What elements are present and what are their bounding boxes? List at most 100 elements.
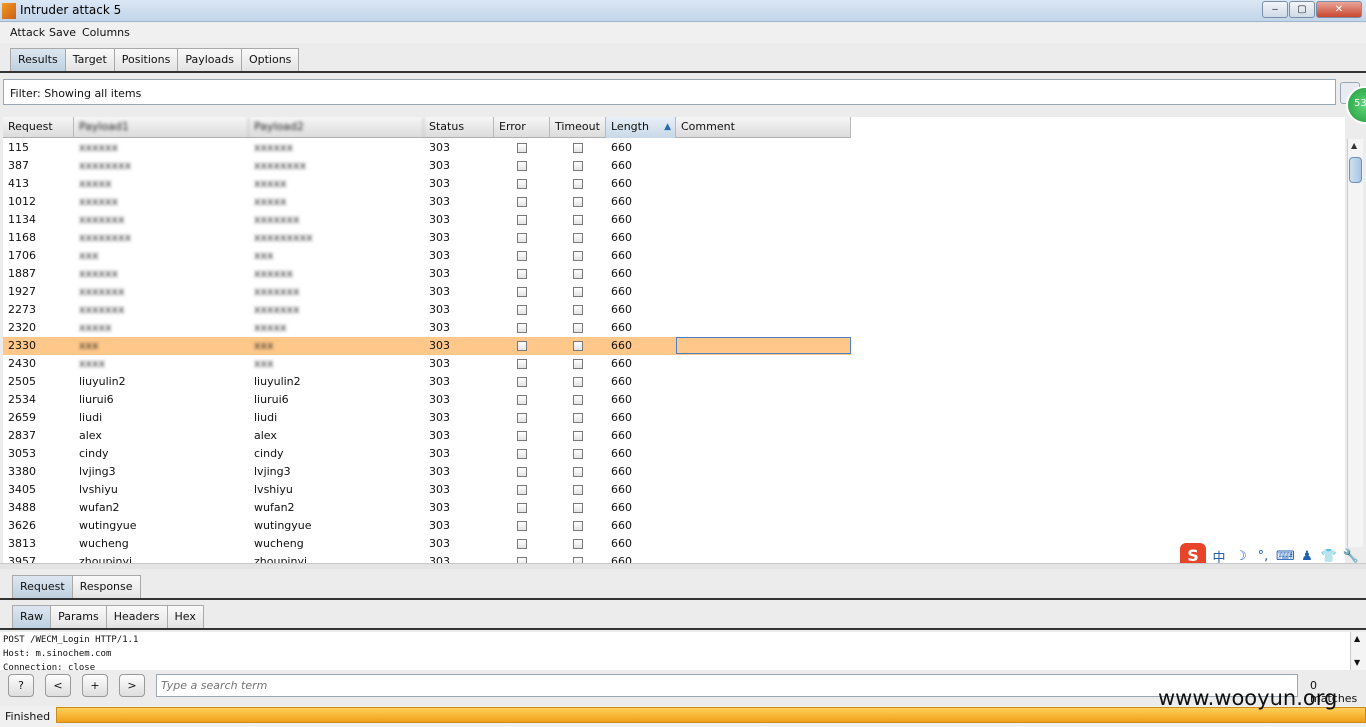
menu-attack[interactable]: Attack	[10, 26, 45, 39]
table-row[interactable]: 3053 cindy cindy 303 660	[3, 445, 851, 463]
pane-splitter[interactable]	[0, 563, 1366, 569]
tab-response[interactable]: Response	[71, 575, 141, 599]
table-scrollbar[interactable]: ▲	[1347, 139, 1363, 547]
maximize-button[interactable]: ▢	[1289, 1, 1315, 18]
ime-moon-icon[interactable]: ☽	[1232, 549, 1250, 564]
scroll-up-icon[interactable]: ▲	[1351, 141, 1357, 150]
table-row[interactable]: 2534 liurui6 liurui6 303 660	[3, 391, 851, 409]
error-checkbox	[517, 359, 527, 369]
add-button[interactable]: +	[82, 674, 108, 697]
cell-status: 303	[429, 357, 450, 370]
table-row[interactable]: 387 xxxxxxxx xxxxxxxx 303 660	[3, 157, 851, 175]
cell-payload1: xxxxx	[79, 321, 112, 334]
error-checkbox	[517, 413, 527, 423]
cell-payload2: xxx	[254, 249, 274, 262]
table-row[interactable]: 3813 wucheng wucheng 303 660	[3, 535, 851, 553]
col-error[interactable]: Error	[494, 117, 550, 138]
table-row[interactable]: 1012 xxxxxx xxxxx 303 660	[3, 193, 851, 211]
table-row[interactable]: 1927 xxxxxxx xxxxxxx 303 660	[3, 283, 851, 301]
cell-request: 3488	[8, 501, 36, 514]
col-payload2[interactable]: Payload2	[249, 117, 424, 138]
cell-status: 303	[429, 501, 450, 514]
table-row[interactable]: 2659 liudi liudi 303 660	[3, 409, 851, 427]
raw-line: Host: m.sinochem.com	[3, 649, 112, 659]
ime-keyboard-icon[interactable]: ⌨	[1276, 549, 1295, 564]
cell-payload2: liurui6	[254, 393, 289, 406]
table-row[interactable]: 1134 xxxxxxx xxxxxxx 303 660	[3, 211, 851, 229]
cell-payload1: wutingyue	[79, 519, 137, 532]
error-checkbox	[517, 539, 527, 549]
cell-status: 303	[429, 447, 450, 460]
table-row[interactable]: 2837 alex alex 303 660	[3, 427, 851, 445]
col-length[interactable]: Length ▲	[606, 117, 676, 138]
cell-payload2: xxxxx	[254, 177, 287, 190]
cell-payload1: lvshiyu	[79, 483, 118, 496]
tab-positions[interactable]: Positions	[113, 48, 179, 72]
help-button[interactable]: ?	[8, 674, 34, 697]
minimize-button[interactable]: ‒	[1262, 1, 1288, 18]
raw-scroll-down-icon[interactable]: ▼	[1354, 658, 1360, 667]
scroll-thumb[interactable]	[1349, 157, 1362, 183]
table-row[interactable]: 1887 xxxxxx xxxxxx 303 660	[3, 265, 851, 283]
table-row[interactable]: 1168 xxxxxxxx xxxxxxxxx 303 660	[3, 229, 851, 247]
filter-bar[interactable]: Filter: Showing all items	[3, 79, 1336, 105]
previous-button[interactable]: <	[45, 674, 71, 697]
cell-payload2: liuyulin2	[254, 375, 301, 388]
table-row[interactable]: 413 xxxxx xxxxx 303 660	[3, 175, 851, 193]
table-row[interactable]: 2430 xxxx xxx 303 660	[3, 355, 851, 373]
comment-cell-editor[interactable]	[676, 337, 851, 354]
cell-status: 303	[429, 177, 450, 190]
table-row[interactable]: 3488 wufan2 wufan2 303 660	[3, 499, 851, 517]
raw-scrollbar[interactable]: ▲ ▼	[1350, 632, 1366, 670]
col-length-label: Length	[611, 120, 649, 133]
view-divider	[0, 628, 1366, 630]
table-row[interactable]: 1706 xxx xxx 303 660	[3, 247, 851, 265]
tab-options[interactable]: Options	[240, 48, 300, 72]
ime-tool-icon[interactable]: 🔧	[1342, 549, 1360, 564]
raw-scroll-up-icon[interactable]: ▲	[1354, 634, 1360, 643]
cell-length: 660	[611, 249, 632, 262]
cell-payload2: alex	[254, 429, 277, 442]
col-timeout[interactable]: Timeout	[550, 117, 606, 138]
cell-payload2: liudi	[254, 411, 278, 424]
cell-payload1: wucheng	[79, 537, 129, 550]
close-button[interactable]: ✕	[1316, 1, 1362, 18]
tab-headers[interactable]: Headers	[105, 605, 168, 629]
search-input[interactable]	[156, 674, 1298, 697]
ime-punctuation-icon[interactable]: °,	[1254, 549, 1272, 564]
cell-request: 1134	[8, 213, 36, 226]
tab-results[interactable]: Results	[10, 48, 66, 72]
raw-request-text[interactable]: POST /WECM_Login HTTP/1.1 Host: m.sinoch…	[0, 632, 1350, 670]
ime-user-icon[interactable]: ♟	[1298, 549, 1316, 564]
tab-payloads[interactable]: Payloads	[177, 48, 242, 72]
table-row[interactable]: 3626 wutingyue wutingyue 303 660	[3, 517, 851, 535]
table-row[interactable]: 3380 lvjing3 lvjing3 303 660	[3, 463, 851, 481]
col-status[interactable]: Status	[424, 117, 494, 138]
ime-skin-icon[interactable]: 👕	[1320, 549, 1338, 564]
cell-length: 660	[611, 501, 632, 514]
table-row[interactable]: 3957 zhoupinyi zhoupinyi 303 660	[3, 553, 851, 563]
cell-status: 303	[429, 231, 450, 244]
next-button[interactable]: >	[119, 674, 145, 697]
table-row[interactable]: 2273 xxxxxxx xxxxxxx 303 660	[3, 301, 851, 319]
error-checkbox	[517, 215, 527, 225]
menu-save[interactable]: Save	[49, 26, 76, 39]
tab-request[interactable]: Request	[12, 575, 73, 599]
table-row[interactable]: 2320 xxxxx xxxxx 303 660	[3, 319, 851, 337]
col-comment[interactable]: Comment	[676, 117, 851, 138]
status-text: Finished	[5, 710, 51, 723]
table-row[interactable]: 2330 xxx xxx 303 660	[3, 337, 851, 355]
table-row[interactable]: 3405 lvshiyu lvshiyu 303 660	[3, 481, 851, 499]
menu-columns[interactable]: Columns	[82, 26, 130, 39]
col-payload1[interactable]: Payload1	[74, 117, 249, 138]
table-row[interactable]: 2505 liuyulin2 liuyulin2 303 660	[3, 373, 851, 391]
col-request[interactable]: Request	[3, 117, 74, 138]
tab-raw[interactable]: Raw	[12, 605, 52, 629]
tab-target[interactable]: Target	[64, 48, 115, 72]
tab-params[interactable]: Params	[50, 605, 107, 629]
cell-status: 303	[429, 537, 450, 550]
table-row[interactable]: 115 xxxxxx xxxxxx 303 660	[3, 139, 851, 157]
cell-length: 660	[611, 465, 632, 478]
tab-hex[interactable]: Hex	[166, 605, 204, 629]
timeout-checkbox	[573, 503, 583, 513]
